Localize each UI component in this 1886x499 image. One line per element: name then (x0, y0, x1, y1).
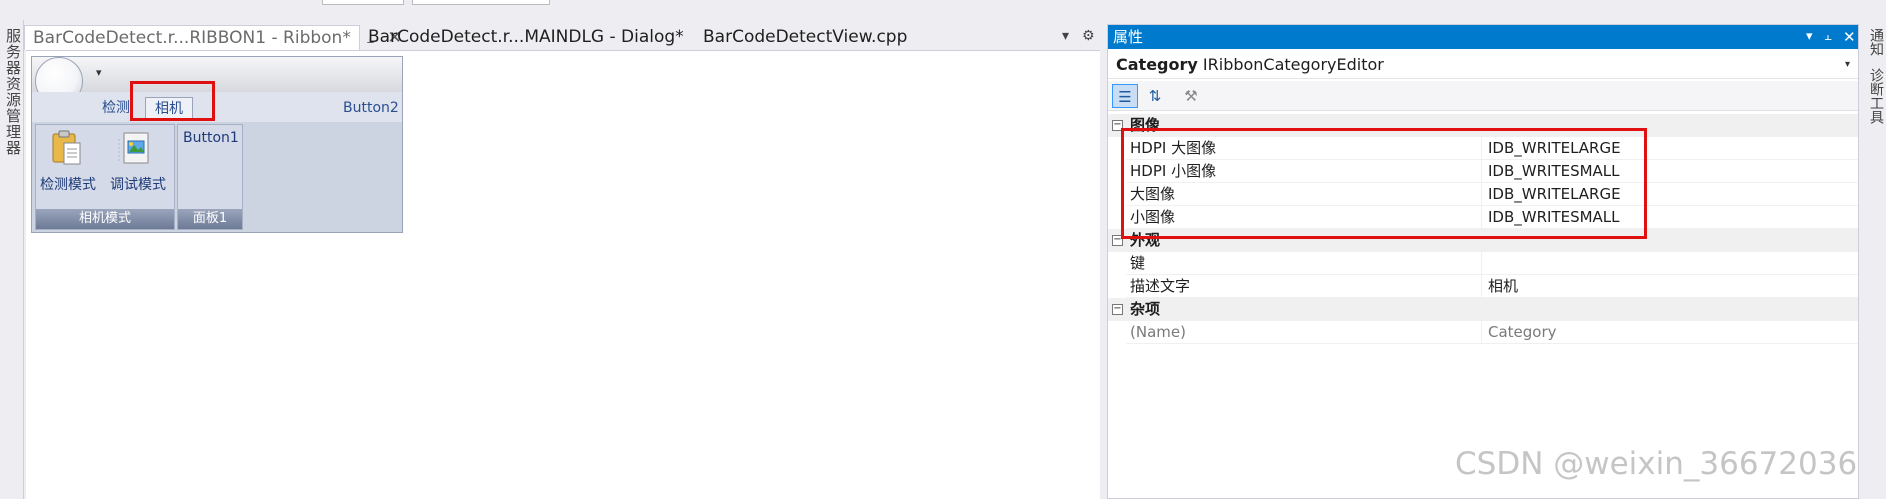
clipboard-icon (52, 130, 81, 165)
categorized-icon[interactable]: ☰ (1112, 84, 1138, 108)
properties-title-bar: 属性 ▾ ⫠ ✕ (1108, 25, 1858, 49)
object-selector[interactable]: Category IRibbonCategoryEditor ▾ (1108, 53, 1858, 79)
ribbon-button1[interactable]: Button1 (183, 130, 239, 146)
property-row[interactable]: HDPI 小图像 IDB_WRITESMALL (1126, 160, 1858, 183)
ribbon-group-label: 相机模式 (36, 209, 174, 229)
top-toolbar (0, 0, 1886, 20)
category-appearance[interactable]: − 外观 (1108, 229, 1858, 252)
ribbon-tab-detect[interactable]: 检测 (96, 97, 136, 120)
properties-toolbar: ☰ ⇅ ⚒ (1108, 81, 1858, 111)
diagnostic-tools-tab[interactable]: 诊断工具 (1866, 68, 1886, 124)
panel-title: 属性 (1113, 28, 1144, 46)
chevron-down-icon[interactable]: ▾ (1845, 53, 1850, 77)
property-name: 小图像 (1130, 208, 1176, 226)
property-name: (Name) (1130, 323, 1186, 341)
left-tool-strip: 服务器资源管理器 (0, 20, 24, 499)
properties-panel: 属性 ▾ ⫠ ✕ Category IRibbonCategoryEditor … (1107, 24, 1859, 499)
gear-icon[interactable]: ⚙ (1082, 28, 1095, 44)
category-images[interactable]: − 图像 (1108, 114, 1858, 137)
property-name: HDPI 大图像 (1130, 139, 1217, 157)
ribbon-panel-area: 检测模式 调试模式 相机模式 Button1 面板1 (32, 122, 402, 232)
property-value[interactable]: IDB_WRITELARGE (1488, 183, 1621, 206)
watermark: CSDN @weixin_36672036 (1455, 446, 1858, 482)
wrench-icon[interactable]: ⚒ (1178, 84, 1204, 108)
server-explorer-tab[interactable]: 服务器资源管理器 (3, 28, 24, 156)
property-value[interactable]: IDB_WRITESMALL (1488, 206, 1620, 229)
tab-dropdown-icon[interactable]: ▾ (1062, 28, 1069, 44)
property-row[interactable]: HDPI 大图像 IDB_WRITELARGE (1126, 137, 1858, 160)
ribbon-button-detect-mode[interactable]: 检测模式 (40, 174, 96, 194)
ribbon-tab-camera[interactable]: 相机 (145, 97, 193, 120)
property-row[interactable]: 键 (1126, 252, 1858, 275)
ribbon-group-label: 面板1 (178, 209, 242, 229)
document-image-icon (118, 132, 149, 164)
right-tool-strip: 通知 诊断工具 (1862, 24, 1886, 499)
ribbon-group-camera-mode: 检测模式 调试模式 相机模式 (35, 124, 175, 230)
property-value[interactable]: IDB_WRITESMALL (1488, 160, 1620, 183)
tab-label: BarCodeDetectView.cpp (703, 27, 908, 47)
property-name: 描述文字 (1130, 277, 1191, 295)
category-label: 图像 (1130, 116, 1161, 134)
property-value[interactable]: IDB_WRITELARGE (1488, 137, 1621, 160)
ribbon-tab-row: 检测 相机 Button2 (32, 92, 402, 122)
property-name: HDPI 小图像 (1130, 162, 1217, 180)
category-label: 外观 (1130, 231, 1161, 249)
tab-ribbon-designer[interactable]: BarCodeDetect.r...RIBBON1 - Ribbon* ⫠ ✕ (24, 25, 402, 50)
quick-access-dropdown-icon[interactable]: ▾ (96, 66, 102, 79)
selected-object-type: IRibbonCategoryEditor (1202, 55, 1384, 74)
ribbon-button-debug-mode[interactable]: 调试模式 (110, 174, 166, 194)
ribbon-group-panel1: Button1 面板1 (177, 124, 243, 230)
ribbon-header (32, 57, 402, 92)
collapse-icon[interactable]: − (1112, 304, 1123, 315)
toolbar-combo[interactable] (412, 0, 550, 5)
category-label: 杂项 (1130, 300, 1161, 318)
ribbon-preview: ▾ 检测 相机 Button2 检测模式 调试模式 相机模式 Button1 面… (31, 56, 403, 233)
tab-label: BarCodeDetect.r...RIBBON1 - Ribbon* (33, 28, 351, 48)
tab-label: BarCodeDetect.r...MAINDLG - Dialog* (368, 27, 684, 47)
tab-view-cpp[interactable]: BarCodeDetectView.cpp (695, 25, 915, 50)
collapse-icon[interactable]: − (1112, 235, 1123, 246)
property-value: Category (1488, 323, 1557, 341)
property-row[interactable]: 描述文字 相机 (1126, 275, 1858, 298)
property-row[interactable]: 大图像 IDB_WRITELARGE (1126, 183, 1858, 206)
notifications-tab[interactable]: 通知 (1866, 28, 1886, 56)
property-value[interactable]: 相机 (1488, 275, 1518, 298)
pin-icon[interactable]: ⫠ (1824, 25, 1832, 49)
collapse-icon[interactable]: − (1112, 120, 1123, 131)
toolbar-combo[interactable] (322, 0, 404, 5)
ribbon-button2[interactable]: Button2 (337, 97, 405, 120)
close-icon[interactable]: ✕ (1843, 25, 1856, 49)
property-row[interactable]: 小图像 IDB_WRITESMALL (1126, 206, 1858, 229)
tab-dialog-designer[interactable]: BarCodeDetect.r...MAINDLG - Dialog* (360, 25, 692, 50)
selected-object-name: Category (1116, 55, 1198, 74)
panel-dropdown-icon[interactable]: ▾ (1806, 25, 1813, 49)
document-tab-strip: BarCodeDetect.r...RIBBON1 - Ribbon* ⫠ ✕ … (24, 20, 1100, 50)
property-row[interactable]: (Name) Category (1126, 321, 1858, 344)
property-name: 大图像 (1130, 185, 1176, 203)
property-name: 键 (1130, 254, 1146, 272)
category-misc[interactable]: − 杂项 (1108, 298, 1858, 321)
alphabetical-icon[interactable]: ⇅ (1142, 84, 1168, 108)
